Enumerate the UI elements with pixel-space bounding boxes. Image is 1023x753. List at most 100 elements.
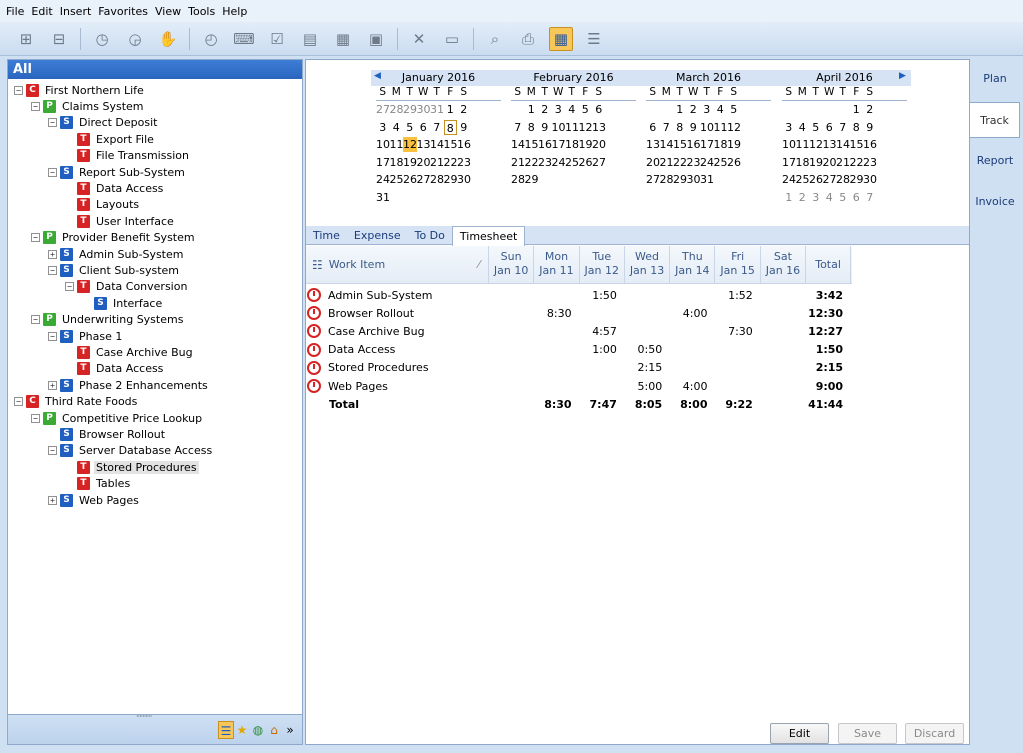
calendar-day[interactable]: 10 <box>782 137 796 152</box>
tree-node[interactable]: S Browser Rollout <box>48 426 167 442</box>
calendar-day[interactable]: 18 <box>565 137 579 152</box>
tree-node[interactable]: − P Competitive Price Lookup <box>31 410 204 426</box>
calendar-day[interactable]: 31 <box>700 172 714 187</box>
time-cell[interactable]: 8:00 <box>670 398 715 411</box>
time-cell[interactable]: 7:30 <box>715 325 760 338</box>
document-icon[interactable]: ▤ <box>298 27 322 51</box>
calendar-day[interactable]: 20 <box>646 155 660 170</box>
calendar-day[interactable]: 15 <box>850 137 864 152</box>
menu-file[interactable]: File <box>6 5 24 18</box>
calendar-day[interactable]: 27 <box>376 102 390 117</box>
calendar-day[interactable]: 28 <box>511 172 525 187</box>
collapse-icon[interactable]: − <box>48 167 57 177</box>
globe-icon[interactable]: ◍ <box>250 721 266 739</box>
calendar-day[interactable]: 5 <box>727 102 741 117</box>
calendar-day[interactable]: 30 <box>417 102 431 117</box>
calendar-day[interactable]: 14 <box>836 137 850 152</box>
day-column-header[interactable]: Mon Jan 11 <box>534 246 580 283</box>
tree-node[interactable]: − P Underwriting Systems <box>31 312 185 328</box>
tree-node[interactable]: T Layouts <box>65 197 141 213</box>
card-icon[interactable]: ▣ <box>364 27 388 51</box>
calendar-day[interactable]: 16 <box>863 137 877 152</box>
tree-node[interactable]: − C Third Rate Foods <box>14 394 139 410</box>
calendar-day[interactable]: 28 <box>390 102 404 117</box>
calendar-day[interactable]: 5 <box>836 190 850 205</box>
tree-node[interactable]: − C First Northern Life <box>14 82 146 98</box>
calendar-day[interactable]: 18 <box>796 155 810 170</box>
tab-timesheet[interactable]: Timesheet <box>451 226 526 246</box>
menu-tools[interactable]: Tools <box>188 5 215 18</box>
tree-node[interactable]: − T Data Conversion <box>65 279 189 295</box>
day-column-header[interactable]: Thu Jan 14 <box>670 246 716 283</box>
calendar-day[interactable]: 24 <box>552 155 566 170</box>
timesheet-row[interactable]: Case Archive Bug 4:57 7:30 12:27 <box>306 322 852 340</box>
sidebar-tab-track[interactable]: Track <box>970 102 1020 138</box>
collapse-icon[interactable]: − <box>31 233 40 243</box>
tree-node[interactable]: T User Interface <box>65 213 176 229</box>
tree-node[interactable]: + S Web Pages <box>48 492 141 508</box>
time-cell[interactable]: 8:30 <box>534 398 579 411</box>
calendar-day[interactable]: 12 <box>403 137 417 153</box>
calendar-day[interactable]: 15 <box>673 137 687 152</box>
calendar-day[interactable]: 21 <box>660 155 674 170</box>
tree-node[interactable]: T Export File <box>65 131 156 147</box>
timesheet-row[interactable]: Data Access 1:00 0:50 1:50 <box>306 341 852 359</box>
calendar-day[interactable]: 7 <box>836 120 850 135</box>
calendar-day[interactable]: 1 <box>850 102 864 117</box>
calendar-day[interactable]: 4 <box>823 190 837 205</box>
calendar-day[interactable]: 29 <box>403 102 417 117</box>
calendar-day[interactable]: 24 <box>376 172 390 187</box>
menu-insert[interactable]: Insert <box>60 5 92 18</box>
tree-node[interactable]: S Interface <box>82 295 164 311</box>
calendar-day[interactable]: 20 <box>592 137 606 152</box>
calendar-day[interactable]: 3 <box>782 120 796 135</box>
time-cell[interactable]: 1:00 <box>580 343 625 356</box>
timer-clock-icon[interactable] <box>307 379 321 393</box>
calendar-day[interactable]: 30 <box>687 172 701 187</box>
calendar-day[interactable]: 9 <box>863 120 877 135</box>
timesheet-row[interactable]: Admin Sub-System 1:50 1:52 3:42 <box>306 286 852 304</box>
table-icon[interactable]: ▦ <box>331 27 355 51</box>
calendar-day[interactable]: 4 <box>796 120 810 135</box>
timesheet-row[interactable]: Browser Rollout 8:30 4:00 12:30 <box>306 304 852 322</box>
collapse-icon[interactable]: − <box>31 315 40 325</box>
day-column-header[interactable]: Sat Jan 16 <box>761 246 807 283</box>
calendar-day[interactable]: 17 <box>376 155 390 170</box>
tree-node[interactable]: − S Client Sub-system <box>48 262 181 278</box>
calendar-day[interactable]: 13 <box>823 137 837 152</box>
calendar-day[interactable]: 16 <box>538 137 552 152</box>
tree-node[interactable]: − S Phase 1 <box>48 328 124 344</box>
calendar-day[interactable]: 27 <box>592 155 606 170</box>
calendar-day[interactable]: 22 <box>850 155 864 170</box>
calendar-day[interactable]: 26 <box>579 155 593 170</box>
collapse-icon[interactable]: − <box>14 397 23 407</box>
calendar-day[interactable]: 29 <box>444 172 458 187</box>
menu-view[interactable]: View <box>155 5 181 18</box>
calendar-day[interactable]: 23 <box>457 155 471 170</box>
calendar-day[interactable]: 31 <box>376 190 390 205</box>
calendar-day[interactable]: 6 <box>646 120 660 135</box>
splitter-grip[interactable]: ·········· <box>136 712 152 721</box>
calendar-day[interactable]: 13 <box>417 137 431 152</box>
sidebar-tab-report[interactable]: Report <box>970 143 1020 179</box>
calendar-day[interactable]: 19 <box>403 155 417 170</box>
calendar-day[interactable]: 28 <box>836 172 850 187</box>
edit-button[interactable]: Edit <box>770 723 829 744</box>
calendar-day[interactable]: 5 <box>579 102 593 117</box>
calendar-day[interactable]: 25 <box>390 172 404 187</box>
calendar-day[interactable]: 9 <box>687 120 701 135</box>
favorites-star-icon[interactable]: ★ <box>234 721 250 739</box>
timesheet-row[interactable]: Stored Procedures 2:15 2:15 <box>306 359 852 377</box>
calendar-day[interactable]: 7 <box>511 120 525 135</box>
calendar-day[interactable]: 21 <box>430 155 444 170</box>
save-button[interactable]: Save <box>838 723 897 744</box>
delete-icon[interactable]: ✕ <box>407 27 431 51</box>
work-item-header[interactable]: ☷ Work Item ⁄ <box>306 246 489 283</box>
calendar-day[interactable]: 4 <box>714 102 728 117</box>
calendar-day[interactable]: 29 <box>525 172 539 187</box>
menu-edit[interactable]: Edit <box>31 5 52 18</box>
keyboard-icon[interactable]: ⌨ <box>232 27 256 51</box>
tree-node[interactable]: − S Report Sub-System <box>48 164 187 180</box>
calendar-day[interactable]: 19 <box>727 137 741 152</box>
timer-clock-icon[interactable] <box>307 342 321 357</box>
